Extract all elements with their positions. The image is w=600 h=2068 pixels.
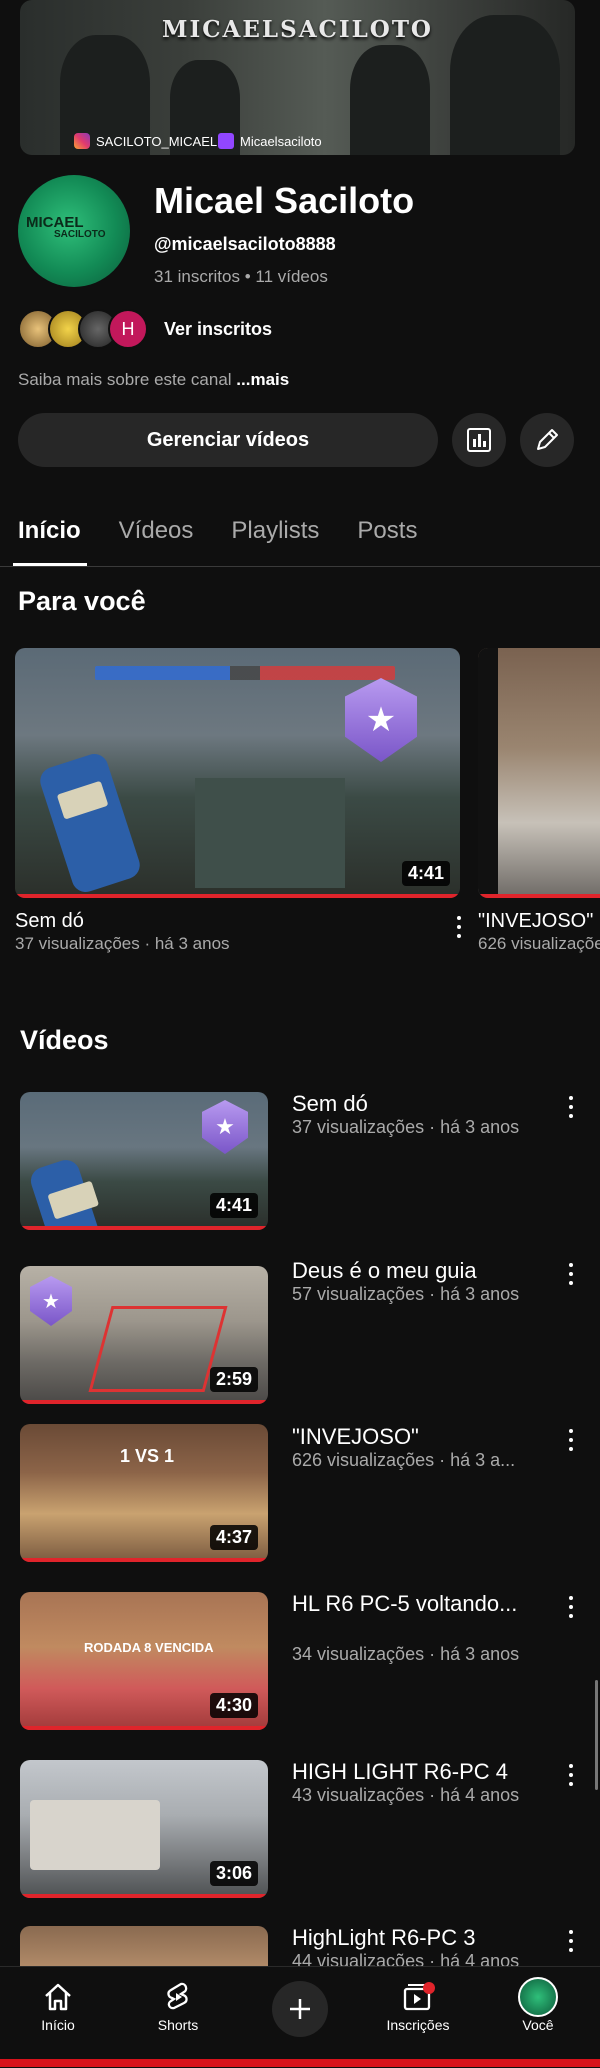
more-options-icon[interactable]	[564, 1764, 578, 1786]
video-title[interactable]: HL R6 PC-5 voltando...	[292, 1590, 557, 1617]
analytics-button[interactable]	[452, 413, 506, 467]
watch-progress	[20, 1894, 268, 1898]
nav-you[interactable]: Você	[488, 1977, 588, 2033]
watch-progress	[478, 894, 600, 898]
video-meta: 626 visualizações · há 3 a...	[292, 1450, 516, 1470]
view-subscribers-link[interactable]: Ver inscritos	[164, 319, 272, 340]
featured-video-thumbnail-2[interactable]	[478, 648, 600, 898]
banner-twitch: Micaelsaciloto	[218, 133, 322, 149]
more-options-icon[interactable]	[452, 916, 466, 938]
video-title[interactable]: HighLight R6-PC 3	[292, 1924, 557, 1951]
section-title-for-you: Para você	[18, 586, 146, 616]
video-meta: 43 visualizações · há 4 anos	[292, 1785, 520, 1805]
subscribers-row[interactable]: H Ver inscritos	[18, 309, 272, 349]
more-options-icon[interactable]	[564, 1096, 578, 1118]
banner-instagram: SACILOTO_MICAEL	[74, 133, 217, 149]
thumbnail-overlay-text: RODADA 8 VENCIDA	[84, 1640, 214, 1655]
video-duration: 2:59	[209, 1367, 258, 1392]
watch-progress	[20, 1726, 268, 1730]
watch-progress	[20, 1400, 268, 1404]
video-meta: 44 visualizações · há 4 anos	[292, 1951, 520, 1966]
video-title[interactable]: HIGH LIGHT R6-PC 4	[292, 1758, 557, 1785]
video-meta: 34 visualizações · há 3 anos	[292, 1644, 520, 1664]
home-icon	[45, 1983, 71, 2011]
section-title-videos: Vídeos	[20, 1025, 109, 1055]
video-duration: 4:37	[209, 1525, 258, 1550]
nav-you-label: Você	[522, 2017, 554, 2033]
watch-progress	[20, 1558, 268, 1562]
more-options-icon[interactable]	[564, 1263, 578, 1285]
rank-badge-icon: ★	[202, 1100, 248, 1154]
tab-videos[interactable]: Vídeos	[119, 517, 194, 545]
featured-video-title-2[interactable]: "INVEJOSO"	[478, 910, 593, 933]
avatar-text-line2: SACILOTO	[54, 229, 106, 240]
video-title[interactable]: "INVEJOSO"	[292, 1423, 557, 1450]
video-thumbnail[interactable]: 3:06	[20, 1760, 268, 1898]
scrollbar[interactable]	[595, 1680, 598, 1790]
about-text: Saiba mais sobre este canal	[18, 370, 232, 389]
channel-banner: MICAELSACILOTO SACILOTO_MICAEL Micaelsac…	[20, 0, 575, 155]
video-thumbnail[interactable]	[20, 1926, 268, 1966]
avatar-text-line1: MICAEL	[26, 214, 84, 231]
analytics-icon	[467, 428, 491, 452]
nav-shorts[interactable]: Shorts	[128, 1977, 228, 2033]
featured-video-title[interactable]: Sem dó	[15, 910, 84, 933]
video-thumbnail[interactable]: 1 VS 1 4:37	[20, 1424, 268, 1562]
watch-progress	[20, 1226, 268, 1230]
plus-icon	[290, 1999, 310, 2019]
thumbnail-overlay-text: 1 VS 1	[120, 1446, 175, 1466]
video-duration: 4:41	[401, 861, 450, 886]
nav-shorts-label: Shorts	[157, 2017, 199, 2033]
bottom-red-strip	[0, 2059, 600, 2067]
instagram-handle: SACILOTO_MICAEL	[96, 133, 218, 149]
nav-home-label: Início	[41, 2017, 75, 2033]
more-options-icon[interactable]	[564, 1429, 578, 1451]
subscriptions-icon	[403, 1982, 435, 2011]
twitch-icon	[218, 133, 234, 149]
rank-badge-icon: ★	[30, 1276, 72, 1326]
tab-playlists[interactable]: Playlists	[231, 517, 319, 545]
video-title[interactable]: Deus é o meu guia	[292, 1257, 557, 1284]
nav-create[interactable]	[250, 1981, 350, 2037]
video-duration: 4:30	[209, 1693, 258, 1718]
bottom-navigation: Início Shorts Inscrições Você	[0, 1966, 600, 2068]
subscriber-avatar: H	[108, 309, 148, 349]
watch-progress	[15, 894, 460, 898]
rank-badge-icon: ★	[345, 678, 417, 762]
video-thumbnail[interactable]: ★ 2:59	[20, 1266, 268, 1404]
edit-channel-button[interactable]	[520, 413, 574, 467]
pencil-icon	[537, 429, 558, 450]
twitch-handle: Micaelsaciloto	[240, 133, 322, 149]
tabs-divider	[0, 566, 600, 567]
channel-handle: @micaelsaciloto8888	[154, 234, 336, 254]
featured-video-thumbnail[interactable]: ★ 4:41	[15, 648, 460, 898]
nav-home[interactable]: Início	[8, 1977, 108, 2033]
video-meta: 57 visualizações · há 3 anos	[292, 1284, 520, 1304]
video-thumbnail[interactable]: RODADA 8 VENCIDA 4:30	[20, 1592, 268, 1730]
video-duration: 3:06	[209, 1861, 258, 1886]
video-thumbnail[interactable]: ★ 4:41	[20, 1092, 268, 1230]
more-options-icon[interactable]	[564, 1596, 578, 1618]
about-more-link[interactable]: ...mais	[236, 370, 289, 389]
tab-home[interactable]: Início	[18, 517, 81, 545]
channel-name: Micael Saciloto	[154, 180, 415, 221]
manage-videos-button[interactable]: Gerenciar vídeos	[18, 413, 438, 467]
video-meta: 37 visualizações · há 3 anos	[292, 1117, 520, 1137]
instagram-icon	[74, 133, 90, 149]
channel-avatar[interactable]: MICAEL SACILOTO	[18, 175, 130, 287]
featured-video-meta-2: 626 visualizações	[478, 934, 600, 953]
video-title[interactable]: Sem dó	[292, 1090, 557, 1117]
featured-video-meta: 37 visualizações · há 3 anos	[15, 934, 230, 953]
profile-avatar-icon	[518, 1977, 558, 2017]
nav-subscriptions-label: Inscrições	[386, 2017, 450, 2033]
nav-subscriptions[interactable]: Inscrições	[368, 1977, 468, 2033]
shorts-icon	[167, 1982, 188, 2010]
video-duration: 4:41	[209, 1193, 258, 1218]
tab-posts[interactable]: Posts	[357, 517, 417, 545]
banner-title: MICAELSACILOTO	[162, 16, 433, 43]
channel-stats: 31 inscritos • 11 vídeos	[154, 267, 328, 286]
about-channel[interactable]: Saiba mais sobre este canal ...mais	[18, 370, 289, 390]
channel-tabs: Início Vídeos Playlists Posts	[18, 517, 455, 545]
more-options-icon[interactable]	[564, 1930, 578, 1952]
